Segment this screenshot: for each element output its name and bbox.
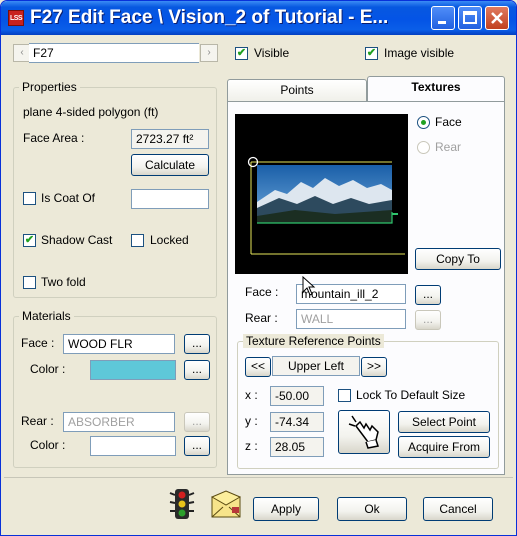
select-point-button[interactable]: Select Point: [398, 411, 490, 433]
face-material-browse-button[interactable]: ...: [184, 334, 210, 354]
footer-divider: [4, 477, 513, 478]
texture-preview-image: [235, 114, 408, 274]
tab-textures[interactable]: Textures: [367, 76, 505, 101]
minimize-icon: [438, 21, 446, 24]
x-value-field[interactable]: -50.00: [270, 386, 324, 406]
rear-material-label: Rear :: [21, 414, 54, 428]
app-icon: LSS: [8, 10, 24, 26]
is-coat-of-label: Is Coat Of: [41, 191, 96, 205]
locked-label: Locked: [150, 233, 189, 247]
acquire-from-button[interactable]: Acquire From: [398, 436, 490, 458]
title-bar[interactable]: LSS F27 Edit Face \ Vision_2 of Tutorial…: [1, 1, 516, 35]
texture-rear-browse-button[interactable]: ...: [415, 310, 441, 330]
apply-button[interactable]: Apply: [253, 497, 319, 521]
lock-default-size-label: Lock To Default Size: [356, 388, 466, 402]
visible-label: Visible: [254, 46, 290, 60]
face-material-label: Face :: [21, 336, 55, 350]
window-title: F27 Edit Face \ Vision_2 of Tutorial - E…: [30, 7, 389, 28]
image-visible-label: Image visible: [384, 46, 455, 60]
face-color-label: Color :: [30, 362, 66, 376]
face-id-field[interactable]: F27: [29, 43, 199, 63]
texture-face-radio-label: Face: [435, 115, 462, 129]
calculate-button[interactable]: Calculate: [131, 154, 209, 176]
shadow-cast-checkbox[interactable]: ✔: [23, 234, 36, 247]
face-color-swatch[interactable]: [90, 360, 176, 380]
rear-material-field[interactable]: ABSORBER: [63, 412, 175, 432]
two-fold-label: Two fold: [41, 275, 86, 289]
prev-ref-point-button[interactable]: <<: [245, 357, 271, 377]
rear-material-browse-button[interactable]: ...: [184, 412, 210, 432]
texture-rear-field[interactable]: WALL: [296, 309, 406, 329]
image-visible-checkbox[interactable]: ✔: [365, 47, 378, 60]
texture-face-browse-button[interactable]: ...: [415, 285, 441, 305]
minimize-button[interactable]: [431, 6, 455, 30]
mouse-cursor-icon: [302, 276, 316, 296]
materials-group-label: Materials: [19, 309, 74, 323]
shadow-cast-label: Shadow Cast: [41, 233, 113, 247]
properties-group-label: Properties: [19, 80, 80, 94]
ok-button[interactable]: Ok: [337, 497, 407, 521]
visible-checkbox[interactable]: ✔: [235, 47, 248, 60]
two-fold-checkbox[interactable]: [23, 276, 36, 289]
rear-color-label: Color :: [30, 438, 66, 452]
maximize-button[interactable]: [458, 6, 482, 30]
envelope-icon[interactable]: [210, 489, 242, 521]
rear-color-swatch[interactable]: [90, 436, 176, 456]
face-material-field[interactable]: WOOD FLR: [63, 334, 175, 354]
tab-points[interactable]: Points: [227, 79, 367, 101]
rear-color-browse-button[interactable]: ...: [184, 436, 210, 456]
locked-checkbox[interactable]: [131, 234, 144, 247]
texture-face-label: Face :: [245, 285, 279, 299]
y-value-field[interactable]: -74.34: [270, 412, 324, 432]
z-value-field[interactable]: 28.05: [270, 437, 324, 457]
next-face-button[interactable]: ›: [200, 44, 218, 62]
next-ref-point-button[interactable]: >>: [361, 357, 387, 377]
face-area-label: Face Area :: [23, 131, 85, 145]
ref-point-field: Upper Left: [272, 356, 360, 376]
texture-rear-label: Rear :: [245, 311, 278, 325]
edit-face-window: LSS F27 Edit Face \ Vision_2 of Tutorial…: [0, 0, 517, 536]
close-button[interactable]: [485, 6, 509, 30]
cancel-button[interactable]: Cancel: [423, 497, 493, 521]
hand-pointer-icon: [348, 415, 379, 449]
texture-reference-points-label: Texture Reference Points: [243, 334, 384, 348]
texture-rear-radio-label: Rear: [435, 140, 462, 154]
face-color-browse-button[interactable]: ...: [184, 360, 210, 380]
copy-to-button[interactable]: Copy To: [415, 248, 501, 270]
close-icon: [491, 12, 503, 24]
texture-rear-radio[interactable]: [417, 141, 430, 154]
x-label: x :: [245, 388, 258, 402]
z-label: z :: [245, 439, 258, 453]
face-description: plane 4-sided polygon (ft): [23, 105, 159, 119]
face-area-value: 2723.27 ft²: [131, 129, 209, 149]
y-label: y :: [245, 414, 258, 428]
maximize-icon: [463, 11, 477, 24]
traffic-light-icon[interactable]: [167, 487, 197, 523]
is-coat-of-field[interactable]: [131, 189, 209, 209]
dialog-body: ‹ F27 › ✔ Visible ✔ Image visible Proper…: [4, 35, 513, 533]
lock-default-size-checkbox[interactable]: [338, 389, 351, 402]
texture-preview[interactable]: [235, 114, 408, 274]
texture-face-radio[interactable]: [417, 116, 430, 129]
pick-point-button[interactable]: [338, 410, 390, 454]
is-coat-of-checkbox[interactable]: [23, 192, 36, 205]
